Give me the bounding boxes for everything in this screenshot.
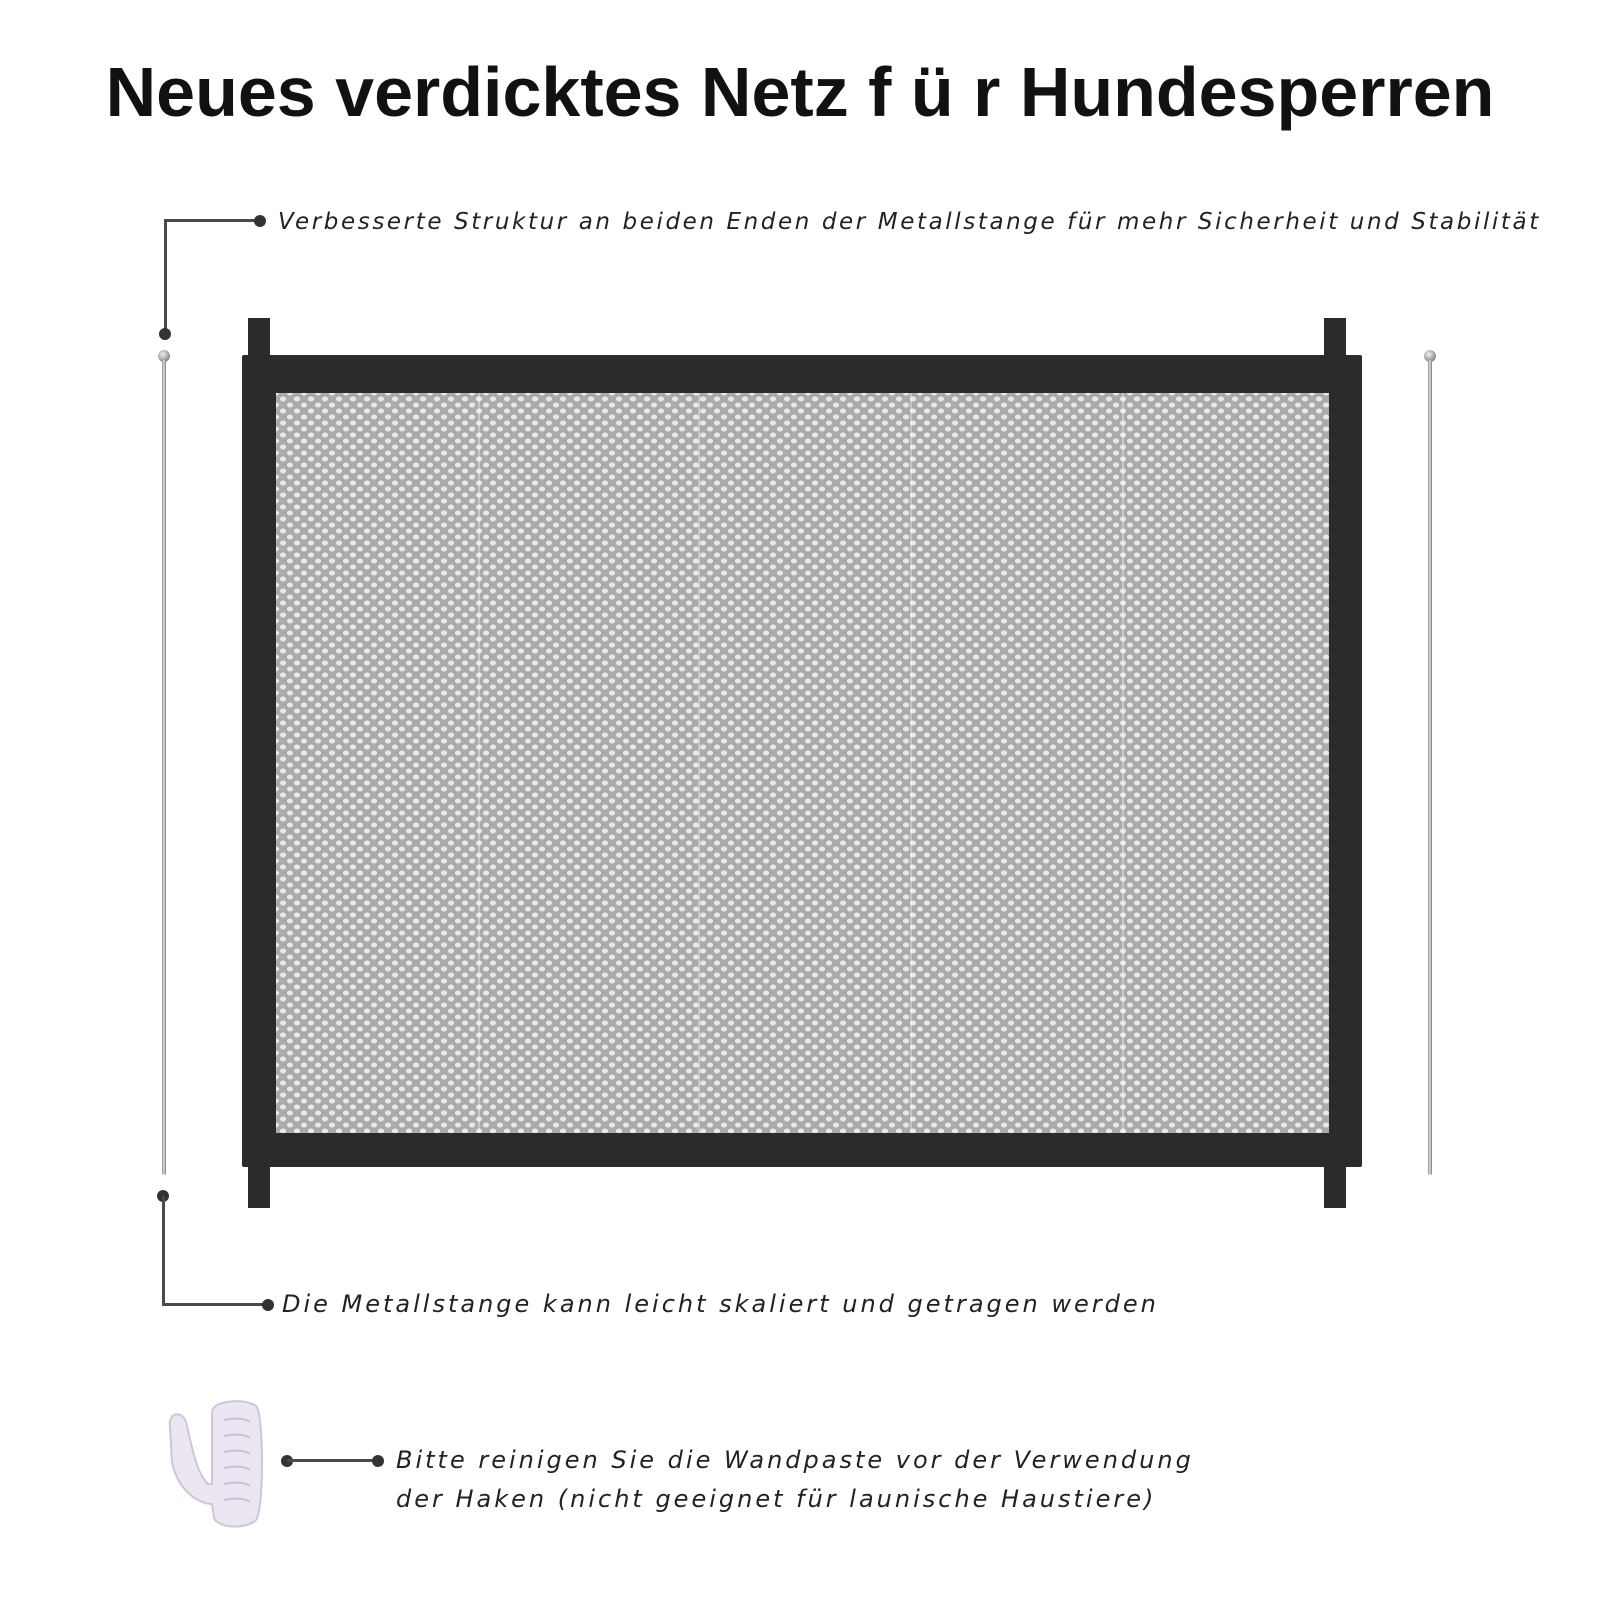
top-leader-vertical	[164, 219, 167, 333]
mesh-seam	[910, 393, 912, 1133]
middle-leader-end-dot	[262, 1299, 274, 1311]
top-leader-end-dot	[254, 215, 266, 227]
mesh-seam	[1122, 393, 1124, 1133]
middle-leader-horizontal	[162, 1303, 266, 1306]
right-metal-rod-icon	[1428, 360, 1432, 1175]
bottom-leader-horizontal	[287, 1459, 377, 1462]
gate-post-bottom-left	[248, 1164, 270, 1208]
callout-middle: Die Metallstange kann leicht skaliert un…	[282, 1290, 1159, 1318]
page-title: Neues verdicktes Netz f ü r Hundesperren	[105, 53, 1495, 131]
callout-top: Verbesserte Struktur an beiden Enden der…	[278, 209, 1541, 235]
top-leader-start-dot	[159, 328, 171, 340]
top-leader-horizontal	[164, 219, 260, 222]
left-metal-rod-icon	[162, 360, 166, 1175]
bottom-leader-end-dot	[372, 1455, 384, 1467]
mesh-seam	[478, 393, 480, 1133]
callout-bottom-line2: der Haken (nicht geeignet für launische …	[396, 1485, 1157, 1513]
gate-post-bottom-right	[1324, 1164, 1346, 1208]
callout-bottom-line1: Bitte reinigen Sie die Wandpaste vor der…	[396, 1446, 1194, 1474]
gate-post-top-right	[1324, 318, 1346, 358]
adhesive-hook-icon	[168, 1400, 263, 1528]
product-infographic: Neues verdicktes Netz f ü r Hundesperren…	[0, 0, 1600, 1600]
gate-mesh-net	[276, 393, 1329, 1133]
mesh-seam	[698, 393, 700, 1133]
gate-post-top-left	[248, 318, 270, 358]
middle-leader-vertical	[162, 1196, 165, 1306]
